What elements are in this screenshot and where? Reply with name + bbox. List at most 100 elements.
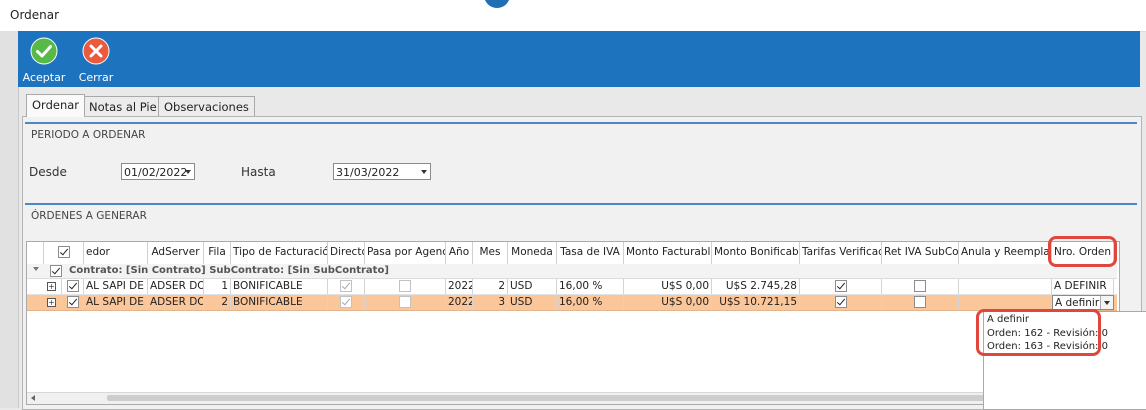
header-anula-reemplaza[interactable]: Anula y Reemplaza bbox=[959, 242, 1052, 264]
section-divider bbox=[25, 122, 1137, 124]
cell-proveedor[interactable]: AL SAPI DE CV bbox=[84, 279, 148, 294]
cell-agencia bbox=[365, 295, 446, 310]
chevron-down-icon bbox=[185, 170, 191, 174]
expand-plus-icon[interactable]: + bbox=[47, 282, 56, 291]
header-anio[interactable]: Año bbox=[446, 242, 473, 264]
header-monto-facturable[interactable]: Monto Facturable bbox=[624, 242, 712, 264]
group-label: Contrato: [Sin Contrato] SubContrato: [S… bbox=[69, 265, 389, 276]
background-logo-shape bbox=[484, 0, 510, 8]
header-adserver[interactable]: AdServer bbox=[148, 242, 204, 264]
cell-nro-orden[interactable]: A DEFINIR bbox=[1052, 279, 1114, 294]
cell-mes[interactable]: 3 bbox=[473, 295, 508, 310]
to-label: Hasta bbox=[241, 165, 276, 179]
row-expand-cell: + bbox=[44, 295, 62, 310]
row-checkbox[interactable] bbox=[66, 280, 79, 292]
section-divider bbox=[25, 203, 1137, 205]
agencia-checkbox bbox=[399, 280, 411, 292]
cell-anula[interactable] bbox=[959, 295, 1052, 310]
cell-fila[interactable]: 2 bbox=[204, 295, 231, 310]
cell-adserver[interactable]: ADSER DOL bbox=[148, 279, 204, 294]
table-row[interactable]: + AL SAPI DE CV ADSER DOL 2 BONIFICABLE … bbox=[27, 295, 1117, 311]
cell-moneda[interactable]: USD bbox=[508, 279, 557, 294]
cell-bonificable[interactable]: U$S 2.745,28 bbox=[712, 279, 800, 294]
directo-checkbox bbox=[340, 280, 352, 292]
header-tipo-facturacion[interactable]: Tipo de Facturación bbox=[231, 242, 328, 264]
combo-dropdown-button[interactable] bbox=[1100, 296, 1113, 309]
grid-header: edor AdServer Fila Tipo de Facturación D… bbox=[27, 242, 1117, 265]
cell-retiva bbox=[882, 295, 959, 310]
from-date-combo[interactable]: 01/02/2022 bbox=[121, 163, 195, 180]
from-label: Desde bbox=[29, 165, 67, 179]
highlight-dropdown-options bbox=[976, 309, 1101, 356]
chevron-down-icon[interactable] bbox=[33, 267, 39, 271]
cell-iva[interactable]: 16,00 % bbox=[557, 279, 624, 294]
header-monto-bonificable[interactable]: Monto Bonificable bbox=[712, 242, 800, 264]
row-checkbox[interactable] bbox=[66, 296, 79, 308]
cell-tipo[interactable]: BONIFICABLE bbox=[231, 279, 328, 294]
cell-directo bbox=[328, 295, 365, 310]
header-tasa-iva[interactable]: Tasa de IVA bbox=[557, 242, 624, 264]
cell-moneda[interactable]: USD bbox=[508, 295, 557, 310]
cell-facturable[interactable]: U$S 0,00 bbox=[624, 279, 712, 294]
header-spacer bbox=[27, 242, 44, 264]
to-date-combo[interactable]: 31/03/2022 bbox=[333, 163, 431, 180]
from-date-value: 01/02/2022 bbox=[124, 166, 188, 179]
nro-orden-combo[interactable]: A definir bbox=[1052, 295, 1114, 310]
orders-grid[interactable]: edor AdServer Fila Tipo de Facturación D… bbox=[26, 241, 1120, 405]
table-row[interactable]: + AL SAPI DE CV ADSER DOL 1 BONIFICABLE … bbox=[27, 279, 1117, 295]
header-proveedor[interactable]: edor bbox=[84, 242, 148, 264]
cell-mes[interactable]: 2 bbox=[473, 279, 508, 294]
cell-facturable[interactable]: U$S 0,00 bbox=[624, 295, 712, 310]
tab-observaciones-label: Observaciones bbox=[164, 100, 249, 114]
directo-checkbox bbox=[340, 296, 352, 308]
scrollbar-thumb[interactable] bbox=[107, 395, 1057, 401]
select-all-checkbox[interactable] bbox=[57, 246, 70, 258]
group-row[interactable]: Contrato: [Sin Contrato] SubContrato: [S… bbox=[27, 264, 1117, 279]
horizontal-scrollbar[interactable] bbox=[27, 392, 1117, 404]
group-checkbox[interactable] bbox=[50, 265, 62, 277]
cell-fila[interactable]: 1 bbox=[204, 279, 231, 294]
cell-anula[interactable] bbox=[959, 279, 1052, 294]
close-label: Cerrar bbox=[78, 71, 114, 84]
orders-section-title: ÓRDENES A GENERAR bbox=[31, 210, 147, 222]
header-pasa-por-agencia[interactable]: Pasa por Agencia bbox=[365, 242, 446, 264]
tarifas-checkbox[interactable] bbox=[834, 296, 847, 308]
cell-anio[interactable]: 2022 bbox=[446, 279, 473, 294]
cell-bonificable[interactable]: U$S 10.721,15 bbox=[712, 295, 800, 310]
tab-notas-al-pie[interactable]: Notas al Pie bbox=[83, 96, 163, 117]
period-section-title: PERIODO A ORDENAR bbox=[31, 129, 146, 141]
cell-iva[interactable]: 16,00 % bbox=[557, 295, 624, 310]
accept-button[interactable]: Aceptar bbox=[18, 34, 70, 86]
accept-label: Aceptar bbox=[22, 71, 66, 84]
row-select-cell bbox=[62, 279, 84, 294]
expand-plus-icon[interactable]: + bbox=[47, 298, 56, 307]
highlight-nro-orden-header bbox=[1048, 236, 1117, 267]
tab-ordenar[interactable]: Ordenar bbox=[26, 94, 86, 117]
chevron-down-icon bbox=[1104, 301, 1110, 305]
cell-tipo[interactable]: BONIFICABLE bbox=[231, 295, 328, 310]
cell-tarifas bbox=[800, 279, 882, 294]
cell-anio[interactable]: 2022 bbox=[446, 295, 473, 310]
header-fila[interactable]: Fila bbox=[204, 242, 231, 264]
x-circle-icon bbox=[82, 37, 110, 65]
background-left-strip bbox=[0, 31, 19, 408]
tab-notas-label: Notas al Pie bbox=[89, 100, 157, 114]
retiva-checkbox[interactable] bbox=[914, 280, 926, 292]
header-ret-iva-subcont[interactable]: Ret IVA SubCont bbox=[882, 242, 959, 264]
cell-adserver[interactable]: ADSER DOL bbox=[148, 295, 204, 310]
cell-proveedor[interactable]: AL SAPI DE CV bbox=[84, 295, 148, 310]
tab-observaciones[interactable]: Observaciones bbox=[158, 96, 255, 117]
retiva-checkbox[interactable] bbox=[914, 296, 926, 308]
tab-ordenar-label: Ordenar bbox=[32, 98, 80, 112]
tarifas-checkbox[interactable] bbox=[834, 280, 847, 292]
close-button[interactable]: Cerrar bbox=[70, 34, 122, 86]
row-expand-cell: + bbox=[44, 279, 62, 294]
header-select-all[interactable] bbox=[44, 242, 84, 264]
row-select-cell bbox=[62, 295, 84, 310]
chevron-left-icon[interactable] bbox=[31, 395, 35, 401]
header-tarifas-verificadas[interactable]: Tarifas Verificadas bbox=[800, 242, 882, 264]
header-mes[interactable]: Mes bbox=[473, 242, 508, 264]
header-moneda[interactable]: Moneda bbox=[508, 242, 557, 264]
header-directo[interactable]: Directo bbox=[328, 242, 365, 264]
window-title: Ordenar bbox=[10, 8, 60, 22]
